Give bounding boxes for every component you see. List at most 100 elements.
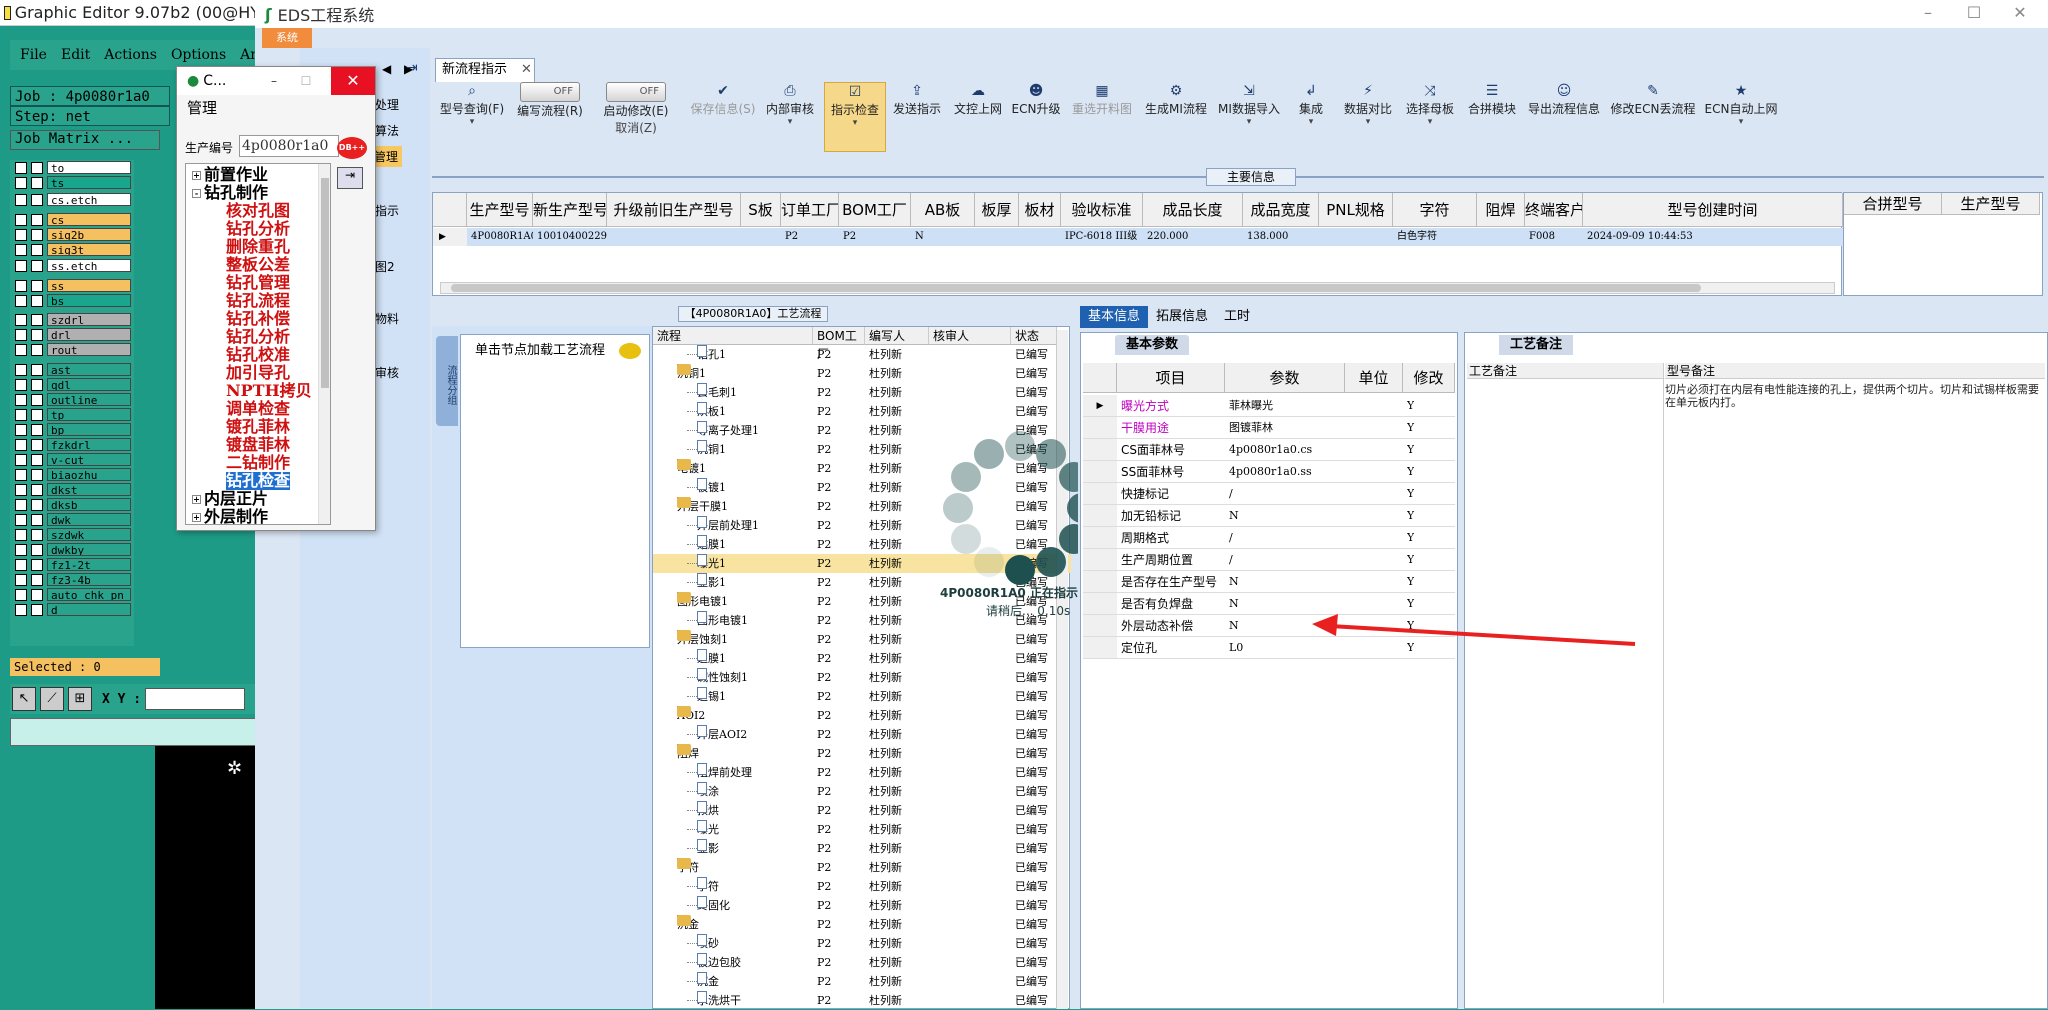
tab-work-hours[interactable]: 工时 (1216, 306, 1258, 328)
flow-node[interactable]: 退锡1 (697, 687, 726, 706)
tree-node[interactable]: 镀孔菲林 (226, 418, 290, 436)
table-cell[interactable] (1319, 228, 1393, 246)
minimize-icon[interactable]: – (1910, 0, 1946, 26)
flow-node[interactable]: 外层AOI2 (697, 725, 747, 744)
tree-node[interactable]: 镀盘菲林 (226, 436, 290, 454)
tree-node[interactable]: + 外层制作 (192, 508, 268, 524)
flow-row[interactable]: 字符 P2 杜列新 已编写 (653, 877, 1071, 896)
tab-basic-info[interactable]: 基本信息 (1080, 306, 1149, 328)
param-row[interactable]: CS面菲林号 4p0080r1a0.cs Y (1083, 439, 1455, 461)
param-modify[interactable]: Y (1407, 439, 1414, 461)
layer-checkbox[interactable] (15, 363, 27, 376)
layer-checkbox[interactable] (31, 279, 43, 292)
flow-row[interactable]: 喷涂 P2 杜列新 已编写 (653, 782, 1071, 801)
scroll-thumb[interactable] (321, 178, 329, 388)
toolbar-import-icon-button[interactable]: ⇲ MI数据导入 ▾ (1216, 82, 1282, 152)
param-modify[interactable]: Y (1407, 527, 1414, 549)
column-header[interactable]: 生产型号 (467, 193, 533, 227)
param-value[interactable]: N (1229, 571, 1345, 593)
toggle-off-icon[interactable]: OFF (606, 82, 666, 102)
layer-row[interactable]: szdrl (10, 312, 134, 327)
table-cell[interactable]: 220.000 (1143, 228, 1243, 246)
flow-row[interactable]: 钻孔1 P2 杜列新 已编写 (653, 345, 1071, 364)
toggle-switch[interactable]: OFF (514, 82, 586, 102)
table-cell[interactable]: N (911, 228, 975, 246)
layer-checkbox[interactable] (15, 378, 27, 391)
tree-node[interactable]: 钻孔管理 (226, 274, 290, 292)
grid-tool-icon[interactable]: ⊞ (68, 687, 92, 711)
layer-row[interactable]: dkst (10, 482, 134, 497)
layer-checkbox[interactable] (15, 393, 27, 406)
column-header[interactable]: 编写人 (865, 327, 929, 345)
layer-checkbox[interactable] (15, 294, 27, 307)
expand-icon[interactable]: + (192, 513, 201, 522)
tree-node[interactable]: 钻孔检查 (226, 472, 291, 490)
param-row[interactable]: 周期格式 / Y (1083, 527, 1455, 549)
layer-row[interactable]: outline (10, 392, 134, 407)
tab-close-icon[interactable]: ✕ (521, 62, 532, 77)
param-row[interactable]: 快捷标记 / Y (1083, 483, 1455, 505)
layer-row[interactable]: to (10, 160, 134, 175)
param-modify[interactable]: Y (1407, 461, 1414, 483)
toolbar-check-box-icon-button[interactable]: ☑ 指示检查 ▾ (824, 82, 886, 152)
flow-row[interactable]: −沉金 P2 杜列新 已编写 (653, 915, 1071, 934)
param-row[interactable]: 干膜用途 图镀菲林 Y (1083, 417, 1455, 439)
tree-node[interactable]: 钻孔补偿 (226, 310, 290, 328)
table-cell[interactable]: 138.000 (1243, 228, 1319, 246)
flow-row[interactable]: −AOI2 P2 杜列新 已编写 (653, 706, 1071, 725)
param-row[interactable]: 生产周期位置 / Y (1083, 549, 1455, 571)
layer-checkbox[interactable] (15, 279, 27, 292)
layer-name[interactable]: fz1-2t (47, 558, 131, 571)
row-selector-icon[interactable]: ▶ (433, 228, 467, 246)
table-cell[interactable] (741, 228, 781, 246)
layer-checkbox[interactable] (15, 408, 27, 421)
layer-name[interactable]: ss.etch (47, 259, 131, 272)
flow-node[interactable]: 贴膜1 (697, 535, 726, 554)
flow-row[interactable]: 阻焊前处理 P2 杜列新 已编写 (653, 763, 1071, 782)
flow-node[interactable]: 去毛刺1 (697, 383, 737, 402)
column-header[interactable]: 核审人 (929, 327, 1011, 345)
table-cell[interactable]: F008 (1525, 228, 1583, 246)
layer-name[interactable]: auto_chk_pn (47, 588, 131, 601)
flow-row[interactable]: 终固化 P2 杜列新 已编写 (653, 896, 1071, 915)
tree-scrollbar[interactable] (318, 164, 330, 524)
flow-row[interactable]: 板边包胶 P2 杜列新 已编写 (653, 953, 1071, 972)
layer-checkbox[interactable] (31, 408, 43, 421)
table-cell[interactable]: 白色字符 (1393, 228, 1477, 246)
toolbar-check-icon-button[interactable]: ✔ 保存信息(S) (688, 82, 758, 152)
table-cell[interactable] (1019, 228, 1061, 246)
prod-number-input[interactable]: 4p0080r1a0 (239, 135, 339, 157)
toolbar-search-icon-button[interactable]: ⌕ 型号查询(F) ▾ (436, 82, 508, 152)
flow-node[interactable]: 钻孔1 (697, 345, 726, 364)
expand-icon[interactable]: + (192, 171, 201, 180)
column-header[interactable]: 验收标准 (1061, 193, 1143, 227)
layer-checkbox[interactable] (15, 343, 27, 356)
close-icon[interactable]: ✕ (331, 67, 375, 95)
flow-row[interactable]: 退锡1 P2 杜列新 已编写 (653, 687, 1071, 706)
flow-node[interactable]: 沉金 (697, 972, 719, 991)
table-cell[interactable] (607, 228, 741, 246)
close-icon[interactable]: ✕ (2002, 0, 2038, 26)
tree-node[interactable]: 加引导孔 (226, 364, 290, 382)
param-row[interactable]: SS面菲林号 4p0080r1a0.ss Y (1083, 461, 1455, 483)
table-cell[interactable]: IPC-6018 III级 (1061, 228, 1143, 246)
layer-name[interactable]: szdrl (47, 313, 131, 326)
param-value[interactable]: / (1229, 549, 1345, 571)
layer-checkbox[interactable] (15, 213, 27, 226)
layer-row[interactable]: fz3-4b (10, 572, 134, 587)
layer-checkbox[interactable] (31, 243, 43, 256)
nav-exit-icon[interactable]: ⇥ (406, 60, 418, 76)
toolbar-smile-icon-button[interactable]: ☺ 导出流程信息 (1524, 82, 1604, 152)
job-matrix-button[interactable]: Job Matrix ... (10, 130, 160, 150)
column-header[interactable]: BOM工厂 (839, 193, 911, 227)
row-selector[interactable] (1083, 505, 1117, 526)
column-header[interactable]: 升级前旧生产型号 (607, 193, 741, 227)
layer-checkbox[interactable] (31, 193, 43, 206)
column-header[interactable]: 修改 (1403, 363, 1455, 393)
flow-node[interactable]: −外层蚀刻1 (677, 630, 728, 649)
column-header[interactable]: S板 (741, 193, 781, 227)
flow-node[interactable]: 水洗烘干 (697, 991, 741, 1010)
side-tab-flow-group[interactable]: 流程分组 (436, 336, 458, 426)
layer-row[interactable]: cs.etch (10, 192, 134, 207)
layer-name[interactable]: ast (47, 363, 131, 376)
